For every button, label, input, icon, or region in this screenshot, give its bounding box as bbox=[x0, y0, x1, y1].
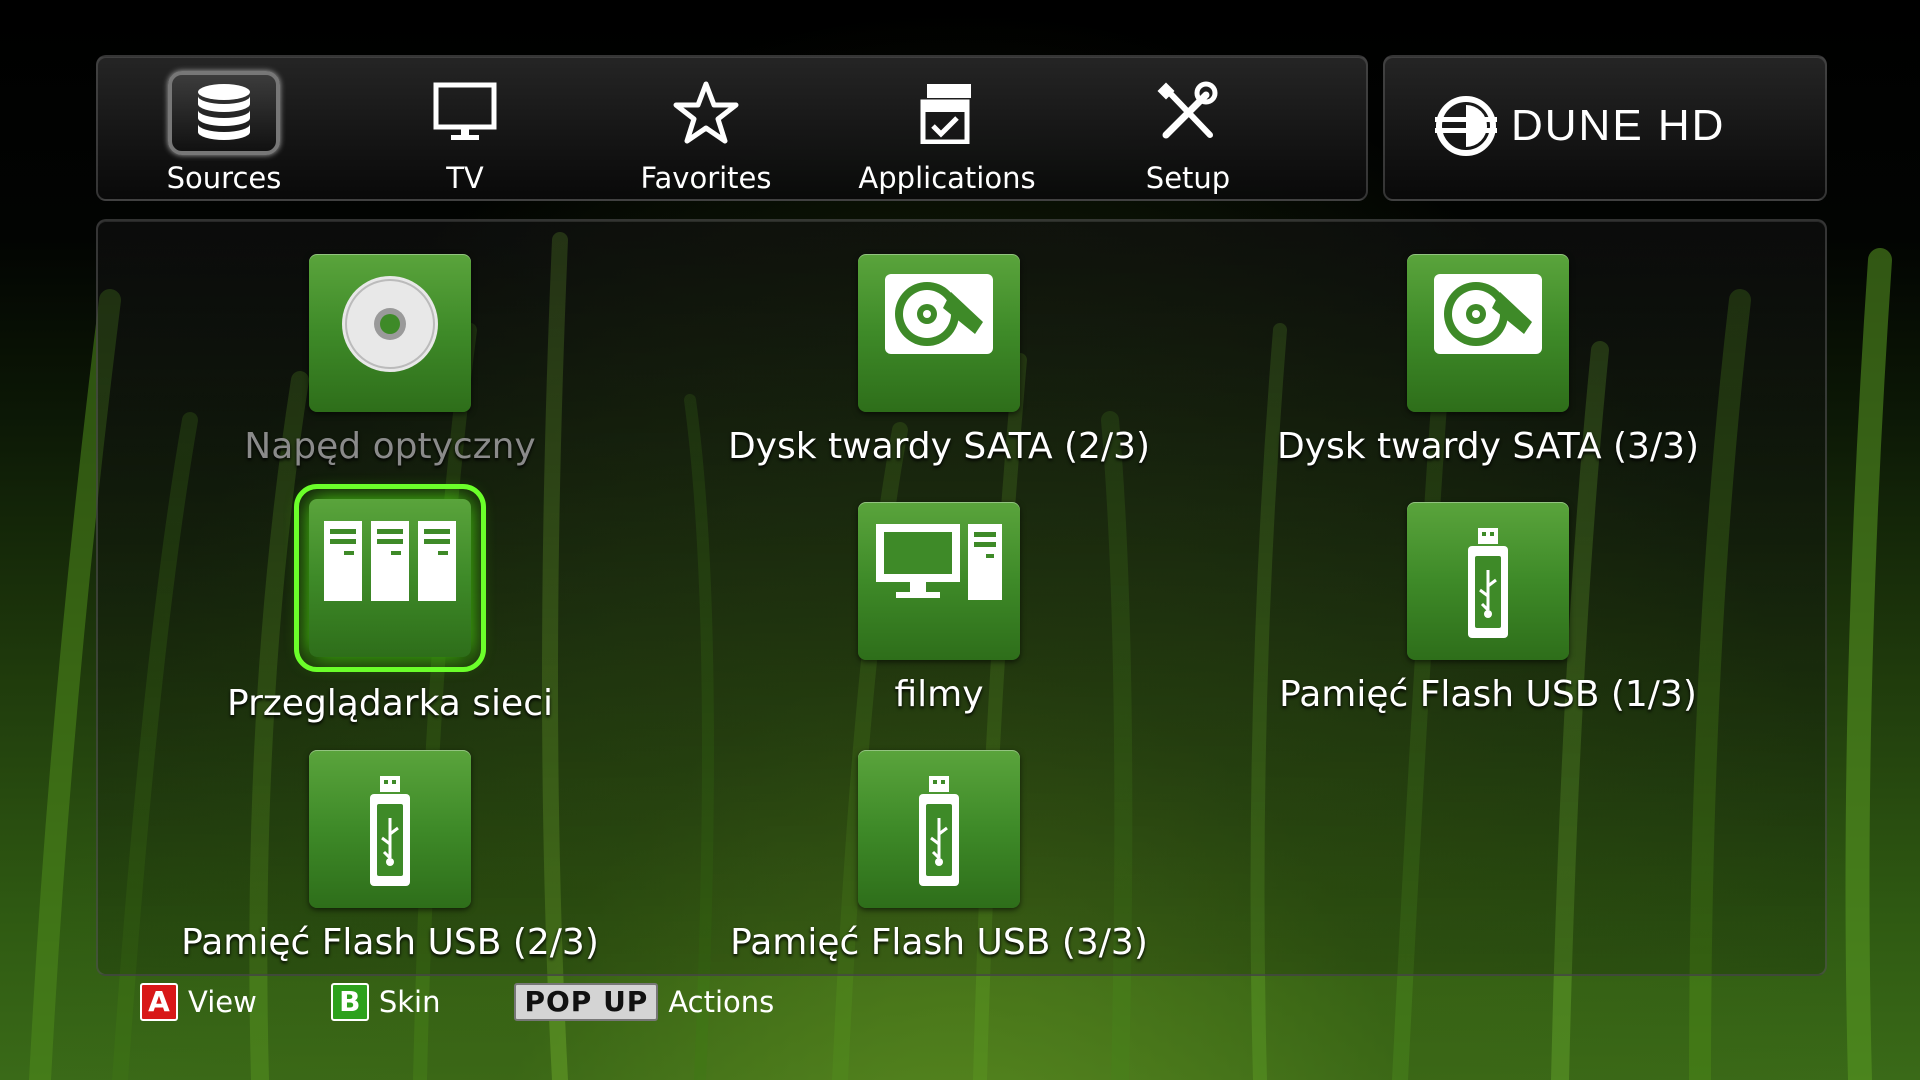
nav-item-favorites[interactable]: Favorites bbox=[586, 57, 826, 199]
usb-flash-icon bbox=[858, 750, 1020, 908]
hint-view[interactable]: A View bbox=[140, 983, 257, 1021]
brand-logo-panel: DUNE HD bbox=[1383, 55, 1827, 201]
nav-item-label: TV bbox=[446, 161, 484, 195]
hard-drive-icon bbox=[858, 254, 1020, 412]
usb-flash-icon bbox=[1407, 502, 1569, 660]
button-hint-bar: A View B Skin POP UP Actions bbox=[140, 980, 848, 1024]
nav-item-setup[interactable]: Setup bbox=[1068, 57, 1308, 199]
source-tile-network-browser[interactable]: Przeglądarka sieci bbox=[100, 484, 680, 724]
top-navigation-bar: Sources TV Favorites Applications Setup bbox=[96, 55, 1368, 201]
source-tile-filmy[interactable]: filmy bbox=[649, 502, 1229, 715]
nav-item-applications[interactable]: Applications bbox=[827, 57, 1067, 199]
nav-item-label: Sources bbox=[166, 161, 282, 195]
source-tile-sata-3[interactable]: Dysk twardy SATA (3/3) bbox=[1198, 254, 1778, 467]
dune-hd-logo: DUNE HD bbox=[1435, 95, 1725, 157]
computer-icon bbox=[858, 502, 1020, 660]
usb-flash-icon bbox=[309, 750, 471, 908]
source-label: Przeglądarka sieci bbox=[227, 683, 553, 724]
hint-label: Skin bbox=[378, 985, 441, 1019]
nav-item-label: Setup bbox=[1145, 161, 1231, 195]
source-tile-usb-1[interactable]: Pamięć Flash USB (1/3) bbox=[1198, 502, 1778, 715]
source-label: Pamięć Flash USB (2/3) bbox=[181, 922, 599, 963]
source-tile-sata-2[interactable]: Dysk twardy SATA (2/3) bbox=[649, 254, 1229, 467]
source-label: Napęd optyczny bbox=[244, 426, 536, 467]
source-tile-usb-3[interactable]: Pamięć Flash USB (3/3) bbox=[649, 750, 1229, 963]
source-label: Dysk twardy SATA (3/3) bbox=[1276, 426, 1700, 467]
nav-item-label: Favorites bbox=[640, 161, 772, 195]
nav-item-label: Applications bbox=[858, 161, 1036, 195]
key-b-badge: B bbox=[330, 983, 369, 1021]
applications-icon bbox=[891, 71, 1003, 155]
source-tile-usb-2[interactable]: Pamięć Flash USB (2/3) bbox=[100, 750, 680, 963]
dune-logo-icon bbox=[1435, 96, 1497, 156]
hard-drive-icon bbox=[1407, 254, 1569, 412]
source-tile-optical-drive[interactable]: Napęd optyczny bbox=[100, 254, 680, 467]
brand-name: DUNE HD bbox=[1511, 101, 1726, 150]
key-popup-badge: POP UP bbox=[514, 983, 659, 1021]
database-icon bbox=[168, 71, 280, 155]
hint-skin[interactable]: B Skin bbox=[330, 983, 441, 1021]
source-label: Pamięć Flash USB (1/3) bbox=[1279, 674, 1697, 715]
key-a-badge: A bbox=[140, 983, 178, 1021]
hint-label: Actions bbox=[668, 985, 775, 1019]
nav-item-sources[interactable]: Sources bbox=[104, 57, 344, 199]
source-label: Dysk twardy SATA (2/3) bbox=[727, 426, 1151, 467]
nav-item-tv[interactable]: TV bbox=[345, 57, 585, 199]
hint-label: View bbox=[188, 985, 257, 1019]
source-label: filmy bbox=[894, 674, 984, 715]
optical-disc-icon bbox=[309, 254, 471, 412]
source-label: Pamięć Flash USB (3/3) bbox=[730, 922, 1148, 963]
network-servers-icon bbox=[294, 484, 486, 672]
tools-icon bbox=[1132, 71, 1244, 155]
hint-actions[interactable]: POP UP Actions bbox=[514, 983, 774, 1021]
monitor-icon bbox=[409, 71, 521, 155]
star-icon bbox=[650, 71, 762, 155]
